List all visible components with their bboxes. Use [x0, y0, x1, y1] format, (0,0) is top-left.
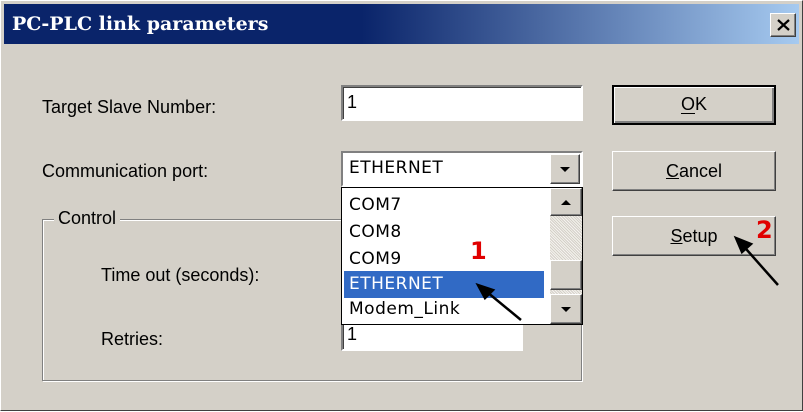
scroll-down-button[interactable]: [550, 294, 582, 324]
retries-label: Retries:: [101, 329, 164, 349]
chevron-down-icon: [560, 167, 570, 172]
scroll-thumb[interactable]: [550, 260, 582, 290]
dropdown-option-com8[interactable]: COM8: [344, 219, 544, 246]
control-group-label: Control: [54, 208, 121, 229]
annotation-step-1: 1: [470, 237, 487, 265]
dropdown-option-modem-link[interactable]: Modem_Link: [344, 296, 544, 323]
annotation-step-2: 2: [756, 216, 773, 244]
cancel-button[interactable]: Cancel: [612, 151, 776, 191]
setup-button[interactable]: Setup: [612, 216, 776, 256]
comm-port-selected-value: ETHERNET: [349, 158, 444, 178]
window-title: PC-PLC link parameters: [12, 13, 269, 35]
ok-button-label: OK: [680, 94, 708, 114]
setup-button-label: Setup: [670, 226, 718, 246]
ok-button[interactable]: OK: [612, 85, 776, 125]
close-icon: [777, 19, 790, 31]
title-bar[interactable]: PC-PLC link parameters: [4, 4, 799, 44]
target-slave-input[interactable]: 1: [341, 85, 583, 121]
close-button[interactable]: [770, 13, 796, 37]
scroll-up-icon: [561, 200, 571, 205]
scroll-up-button[interactable]: [550, 188, 582, 216]
dropdown-option-com9[interactable]: COM9: [344, 246, 544, 273]
comm-port-dropdown-button[interactable]: [550, 154, 580, 184]
comm-port-label: Communication port:: [42, 161, 209, 181]
dropdown-option-com7[interactable]: COM7: [344, 192, 544, 219]
timeout-label: Time out (seconds):: [101, 265, 260, 285]
dropdown-option-ethernet[interactable]: ETHERNET: [344, 271, 544, 298]
comm-port-select[interactable]: ETHERNET: [341, 151, 583, 187]
scroll-down-icon: [561, 307, 571, 312]
pc-plc-link-dialog: PC-PLC link parameters Target Slave Numb…: [0, 0, 803, 411]
dropdown-scrollbar[interactable]: [550, 188, 582, 324]
comm-port-dropdown-list[interactable]: COM7 COM8 COM9 ETHERNET Modem_Link: [341, 187, 583, 325]
cancel-button-label: Cancel: [665, 161, 723, 181]
target-slave-label: Target Slave Number:: [42, 97, 217, 117]
